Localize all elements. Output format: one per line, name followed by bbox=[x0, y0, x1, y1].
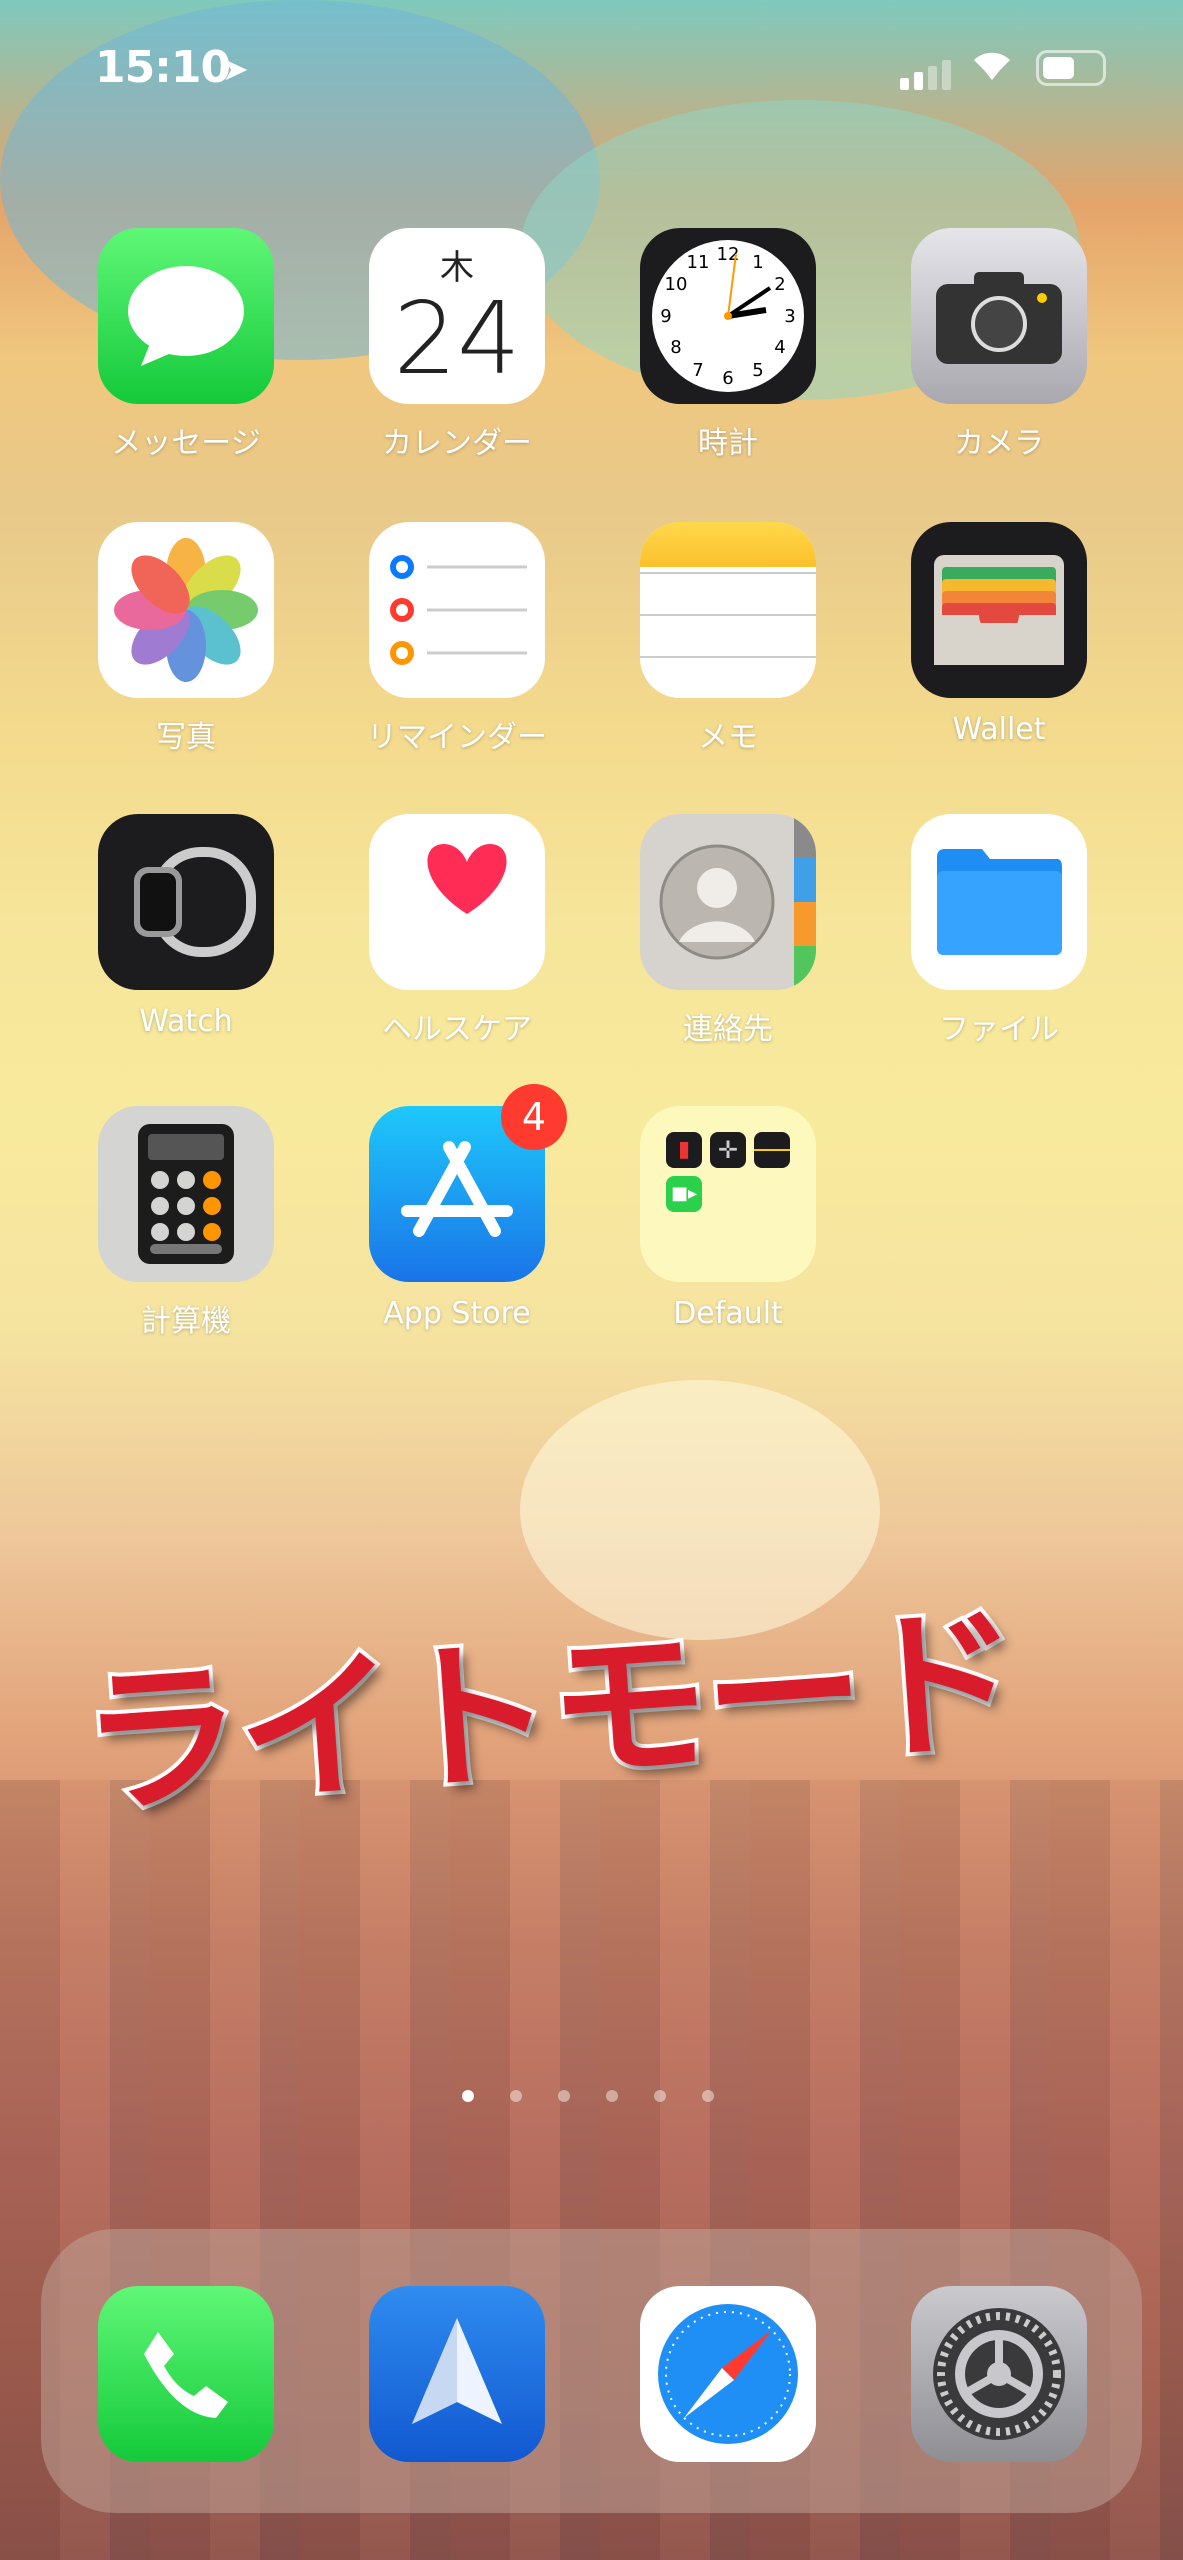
app-reminders[interactable]: リマインダー bbox=[367, 522, 547, 756]
app-contacts[interactable]: 連絡先 bbox=[640, 814, 816, 1048]
app-label: 時計 bbox=[698, 426, 758, 461]
notes-icon bbox=[640, 522, 816, 698]
spark-mail-icon bbox=[369, 2286, 545, 2462]
status-bar: 15:10 ➤ bbox=[0, 40, 1183, 100]
app-watch[interactable]: Watch bbox=[98, 814, 274, 1039]
dock-spark[interactable] bbox=[369, 2286, 545, 2462]
svg-text:3: 3 bbox=[784, 306, 795, 327]
camera-icon bbox=[911, 228, 1087, 404]
dock-safari[interactable] bbox=[640, 2286, 816, 2462]
cellular-signal-icon bbox=[900, 60, 951, 90]
svg-text:2: 2 bbox=[774, 274, 785, 295]
battery-icon bbox=[1036, 50, 1106, 86]
page-dot[interactable] bbox=[558, 2090, 570, 2102]
svg-text:7: 7 bbox=[692, 360, 703, 381]
app-store-icon: 4 bbox=[369, 1084, 567, 1282]
app-app-store[interactable]: 4 App Store bbox=[369, 1084, 567, 1331]
app-label: メモ bbox=[698, 720, 758, 755]
app-label: 写真 bbox=[156, 720, 216, 755]
status-time: 15:10 bbox=[95, 42, 231, 93]
messages-icon bbox=[98, 228, 274, 404]
svg-text:4: 4 bbox=[774, 337, 785, 358]
app-files[interactable]: ファイル bbox=[911, 814, 1087, 1048]
app-label: カメラ bbox=[954, 426, 1044, 461]
photos-icon bbox=[98, 522, 274, 698]
app-clock[interactable]: 12 1 2 3 4 5 6 7 8 9 10 11 時計 bbox=[640, 228, 816, 462]
app-label: リマインダー bbox=[367, 720, 547, 755]
folder-default[interactable]: ▮ ✛ ■▸ Default bbox=[640, 1106, 816, 1331]
app-calendar[interactable]: 木 24 カレンダー bbox=[369, 228, 545, 462]
app-label: カレンダー bbox=[382, 426, 532, 461]
app-label: ファイル bbox=[939, 1012, 1059, 1047]
app-label: 計算機 bbox=[141, 1304, 231, 1339]
voice-memos-icon: ▮ bbox=[666, 1132, 702, 1168]
app-label: Wallet bbox=[952, 712, 1046, 747]
svg-text:1: 1 bbox=[752, 252, 763, 273]
app-label: 連絡先 bbox=[683, 1012, 773, 1047]
app-calculator[interactable]: 計算機 bbox=[98, 1106, 274, 1340]
settings-icon bbox=[911, 2286, 1087, 2462]
app-notes[interactable]: メモ bbox=[640, 522, 816, 756]
files-icon bbox=[911, 814, 1087, 990]
measure-icon bbox=[754, 1132, 790, 1168]
clock-icon: 12 1 2 3 4 5 6 7 8 9 10 11 bbox=[640, 228, 816, 404]
svg-text:8: 8 bbox=[670, 337, 681, 358]
svg-text:10: 10 bbox=[665, 274, 688, 295]
facetime-icon: ■▸ bbox=[666, 1176, 702, 1212]
app-label: Watch bbox=[139, 1004, 233, 1039]
app-label: メッセージ bbox=[111, 426, 261, 461]
page-dot[interactable] bbox=[462, 2090, 474, 2102]
page-dot[interactable] bbox=[654, 2090, 666, 2102]
app-health[interactable]: ヘルスケア bbox=[369, 814, 545, 1048]
health-icon bbox=[369, 814, 545, 990]
wallet-icon bbox=[911, 522, 1087, 698]
reminders-icon bbox=[369, 522, 545, 698]
contacts-icon bbox=[640, 814, 816, 990]
page-dot[interactable] bbox=[606, 2090, 618, 2102]
watch-icon bbox=[98, 814, 274, 990]
notification-badge: 4 bbox=[501, 1084, 567, 1150]
calendar-icon: 木 24 bbox=[369, 228, 545, 404]
app-photos[interactable]: 写真 bbox=[98, 522, 274, 756]
svg-text:6: 6 bbox=[722, 368, 733, 389]
app-label: Default bbox=[673, 1296, 783, 1331]
svg-text:5: 5 bbox=[752, 360, 763, 381]
page-dot[interactable] bbox=[510, 2090, 522, 2102]
svg-text:11: 11 bbox=[687, 252, 710, 273]
app-messages[interactable]: メッセージ bbox=[98, 228, 274, 462]
app-wallet[interactable]: Wallet bbox=[911, 522, 1087, 747]
calendar-day: 24 bbox=[393, 280, 521, 397]
location-arrow-icon: ➤ bbox=[222, 50, 249, 88]
page-indicator[interactable] bbox=[462, 2090, 714, 2102]
dock-phone[interactable] bbox=[98, 2286, 274, 2462]
safari-icon bbox=[640, 2286, 816, 2462]
page-dot[interactable] bbox=[702, 2090, 714, 2102]
phone-icon bbox=[98, 2286, 274, 2462]
app-label: ヘルスケア bbox=[382, 1012, 532, 1047]
dock-settings[interactable] bbox=[911, 2286, 1087, 2462]
app-label: App Store bbox=[383, 1296, 531, 1331]
compass-icon: ✛ bbox=[710, 1132, 746, 1168]
calculator-icon bbox=[98, 1106, 274, 1282]
svg-text:9: 9 bbox=[660, 306, 671, 327]
wifi-icon bbox=[970, 46, 1014, 92]
folder-icon: ▮ ✛ ■▸ bbox=[640, 1106, 816, 1282]
app-camera[interactable]: カメラ bbox=[911, 228, 1087, 462]
